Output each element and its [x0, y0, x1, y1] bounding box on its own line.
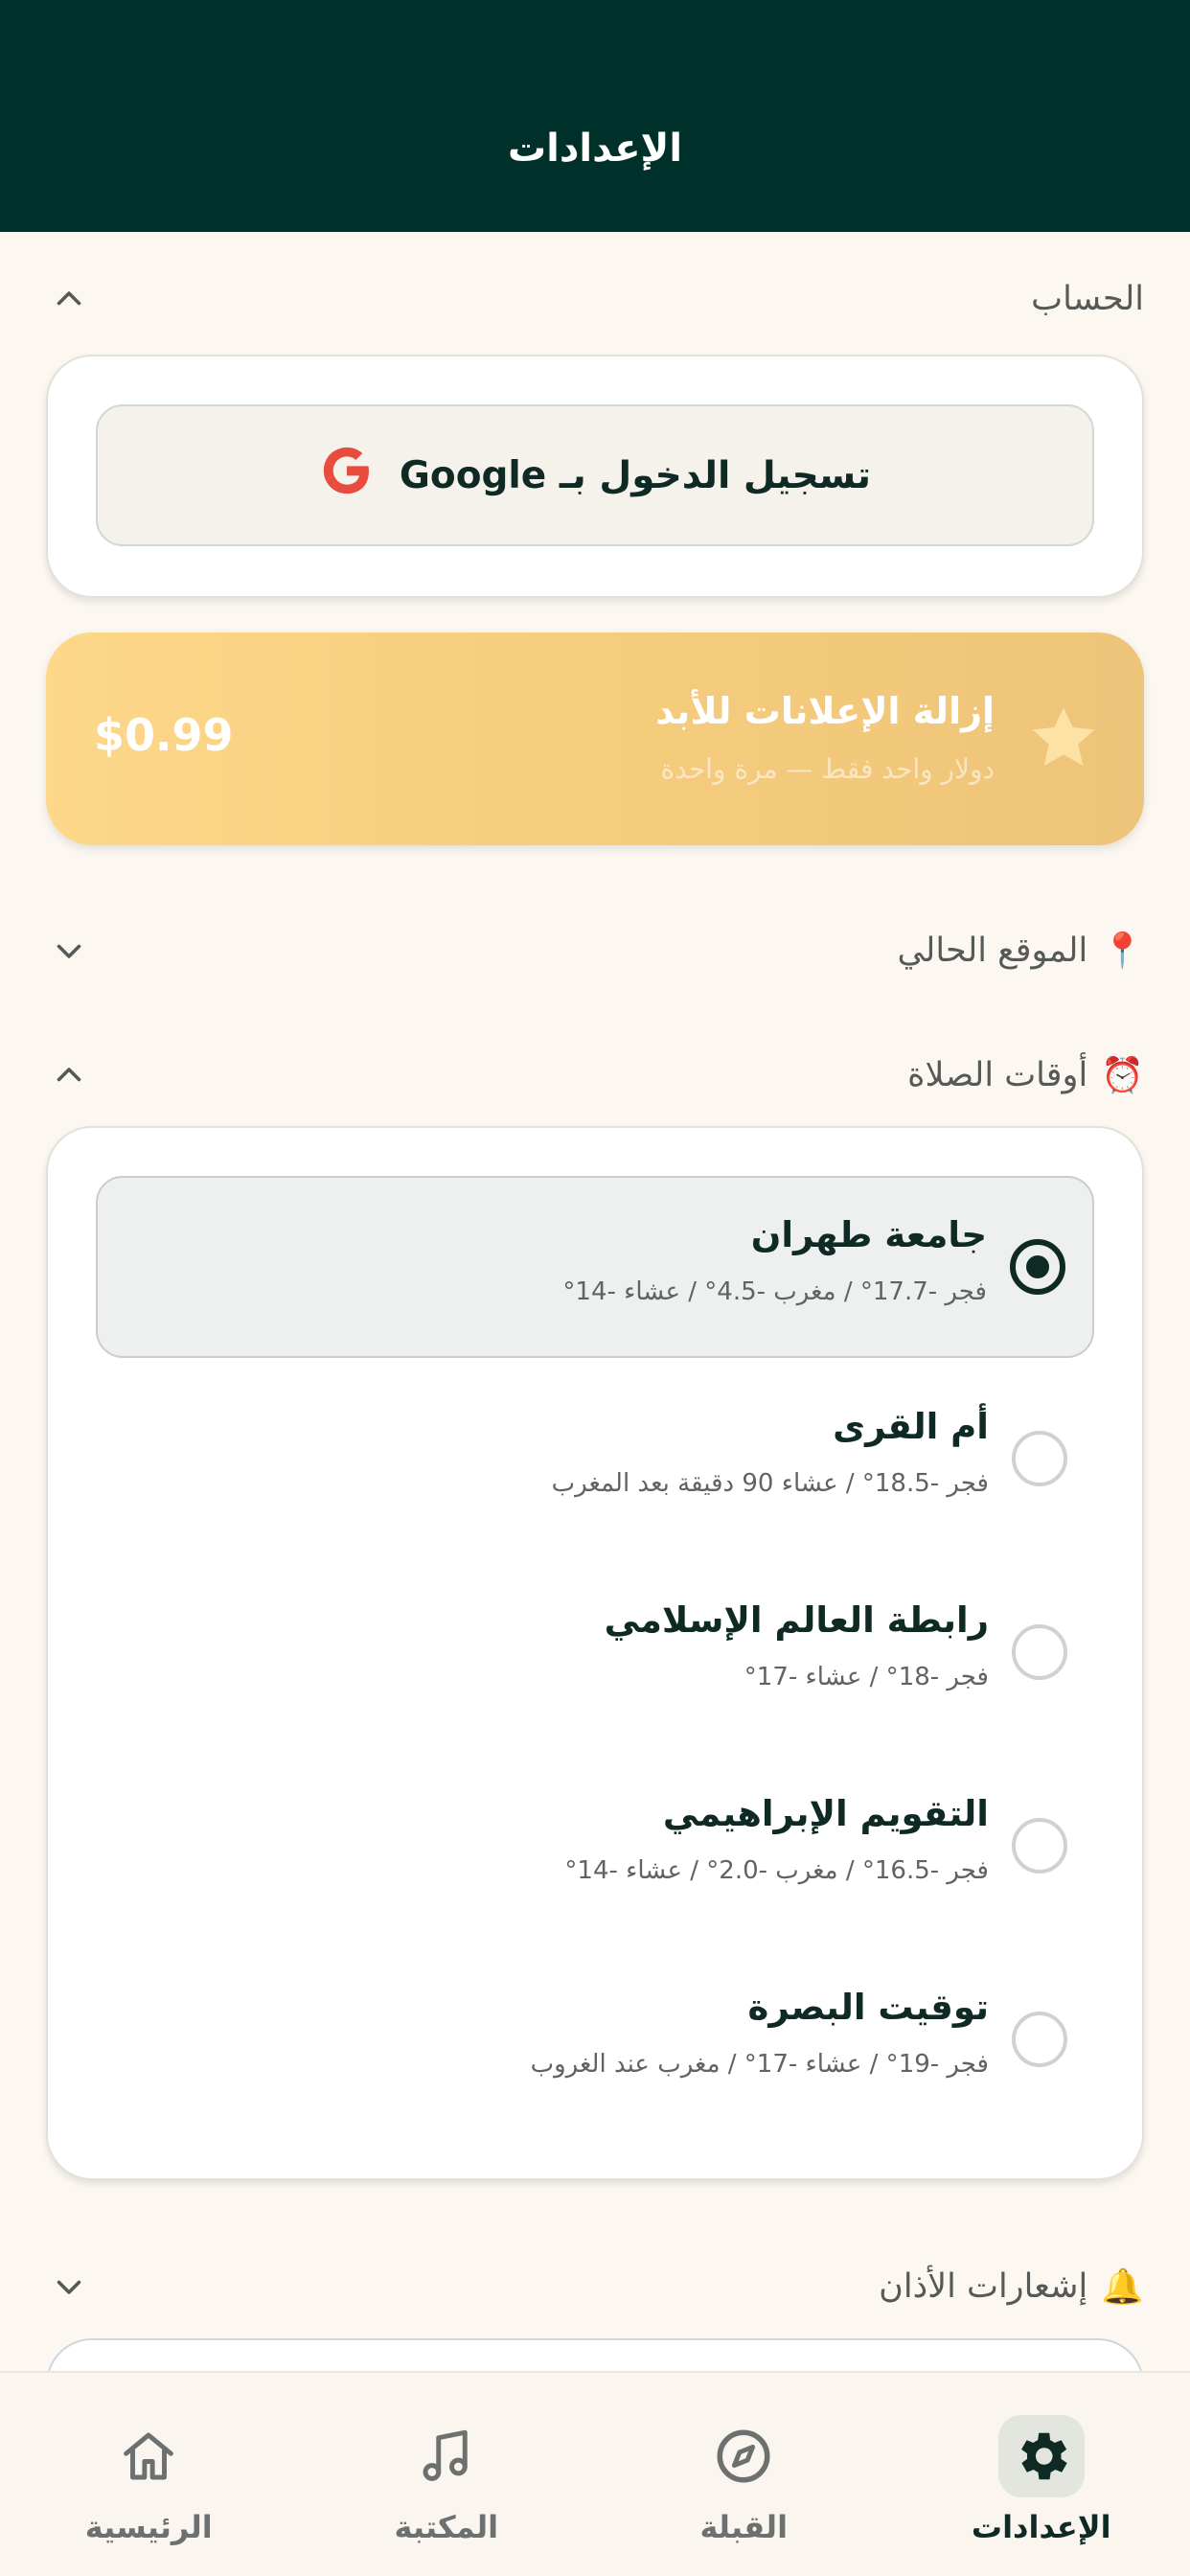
- location-section-title: 📍 الموقع الحالي: [898, 931, 1145, 971]
- radio-button[interactable]: [1012, 1431, 1067, 1486]
- method-item-basra-timing[interactable]: توقيت البصرة فجر -19° / عشاء -17° / مغرب…: [96, 1950, 1094, 2132]
- nav-item-qibla[interactable]: القبلة: [595, 2373, 893, 2576]
- method-description: فجر -18° / عشاء -17°: [744, 1663, 989, 1691]
- music-note-icon: [403, 2415, 490, 2497]
- adhan-notifications-section-header[interactable]: 🔔 إشعارات الأذان: [46, 2258, 1144, 2315]
- method-description: فجر -17.7° / مغرب -4.5° / عشاء -14°: [562, 1277, 987, 1306]
- home-icon: [105, 2415, 192, 2497]
- nav-label: الرئيسية: [84, 2509, 213, 2545]
- star-icon: [1025, 700, 1102, 776]
- bell-icon: 🔔: [1101, 2267, 1144, 2307]
- google-signin-button[interactable]: تسجيل الدخول بـ Google: [96, 404, 1094, 546]
- calculation-methods-card: جامعة طهران فجر -17.7° / مغرب -4.5° / عش…: [46, 1126, 1144, 2180]
- method-description: فجر -19° / عشاء -17° / مغرب عند الغروب: [530, 2050, 989, 2079]
- prayer-times-section-label: أوقات الصلاة: [907, 1056, 1088, 1094]
- account-section-title: الحساب: [1031, 280, 1144, 318]
- chevron-down-icon[interactable]: [46, 2264, 92, 2310]
- radio-button-selected[interactable]: [1010, 1239, 1065, 1295]
- method-item-umm-al-qura[interactable]: أم القرى فجر -18.5° / عشاء 90 دقيقة بعد …: [96, 1369, 1094, 1552]
- method-item-tehran[interactable]: جامعة طهران فجر -17.7° / مغرب -4.5° / عش…: [96, 1176, 1094, 1358]
- radio-button[interactable]: [1012, 1818, 1067, 1874]
- remove-ads-banner[interactable]: إزالة الإعلانات للأبد دولار واحد فقط — م…: [46, 632, 1144, 845]
- chevron-up-icon[interactable]: [46, 1052, 92, 1098]
- gear-icon: [997, 2415, 1085, 2497]
- bottom-navigation: الإعدادات القبلة المكتبة الرئيسية: [0, 2371, 1190, 2576]
- prayer-times-section-header[interactable]: ⏰ أوقات الصلاة: [46, 1046, 1144, 1104]
- remove-ads-title: إزالة الإعلانات للأبد: [655, 690, 995, 732]
- google-signin-label: تسجيل الدخول بـ Google: [399, 453, 872, 497]
- pin-icon: 📍: [1101, 932, 1144, 971]
- method-description: فجر -18.5° / عشاء 90 دقيقة بعد المغرب: [551, 1469, 989, 1498]
- account-card: تسجيل الدخول بـ Google: [46, 355, 1144, 598]
- nav-item-library[interactable]: المكتبة: [298, 2373, 596, 2576]
- nav-label: الإعدادات: [971, 2509, 1111, 2545]
- nav-label: المكتبة: [394, 2509, 499, 2545]
- method-name: توقيت البصرة: [747, 1987, 989, 2028]
- adhan-section-title: 🔔 إشعارات الأذان: [879, 2266, 1144, 2307]
- compass-icon: [700, 2415, 787, 2497]
- chevron-down-icon[interactable]: [46, 928, 92, 974]
- account-section-label: الحساب: [1031, 280, 1144, 318]
- method-item-abrahamic-calendar[interactable]: التقويم الإبراهيمي فجر -16.5° / مغرب -2.…: [96, 1757, 1094, 1939]
- method-name: التقويم الإبراهيمي: [662, 1793, 989, 1834]
- settings-screen: الإعدادات الحساب تسجيل الدخول بـ Google: [0, 0, 1190, 2576]
- method-name: رابطة العالم الإسلامي: [604, 1599, 989, 1641]
- nav-item-settings[interactable]: الإعدادات: [893, 2373, 1190, 2576]
- remove-ads-subtitle: دولار واحد فقط — مرة واحدة: [660, 753, 995, 785]
- nav-item-home[interactable]: الرئيسية: [0, 2373, 298, 2576]
- method-description: فجر -16.5° / مغرب -2.0° / عشاء -14°: [564, 1856, 989, 1885]
- location-section-header[interactable]: 📍 الموقع الحالي: [46, 922, 1144, 979]
- adhan-section-label: إشعارات الأذان: [879, 2267, 1088, 2306]
- radio-button[interactable]: [1012, 1624, 1067, 1680]
- google-icon: [319, 443, 375, 508]
- prayer-times-section-title: ⏰ أوقات الصلاة: [907, 1055, 1144, 1095]
- page-title: الإعدادات: [507, 126, 683, 171]
- radio-button[interactable]: [1012, 2012, 1067, 2067]
- method-name: جامعة طهران: [750, 1214, 987, 1255]
- remove-ads-price: $0.99: [94, 709, 234, 761]
- nav-label: القبلة: [699, 2509, 789, 2545]
- account-section-header[interactable]: الحساب: [46, 270, 1144, 328]
- location-section-label: الموقع الحالي: [897, 932, 1088, 970]
- chevron-up-icon[interactable]: [46, 276, 92, 322]
- alarm-clock-icon: ⏰: [1101, 1056, 1144, 1095]
- app-header: الإعدادات: [0, 0, 1190, 232]
- method-name: أم القرى: [833, 1406, 989, 1447]
- method-item-muslim-world-league[interactable]: رابطة العالم الإسلامي فجر -18° / عشاء -1…: [96, 1563, 1094, 1745]
